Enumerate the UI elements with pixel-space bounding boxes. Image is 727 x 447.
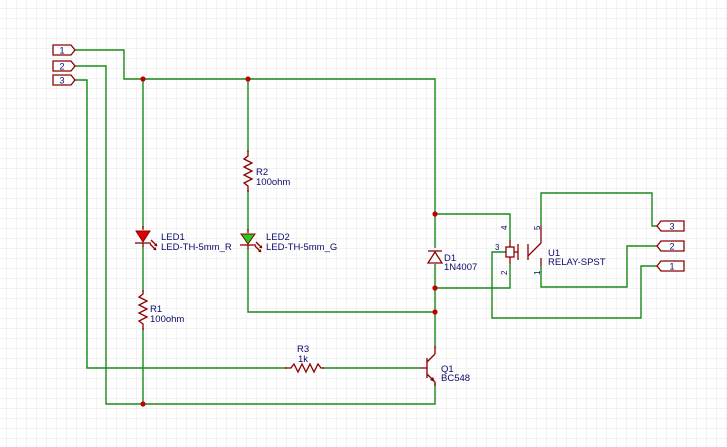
- junction-dot: [432, 211, 438, 217]
- junction-dot: [140, 76, 146, 82]
- schematic-canvas: 1 2 3 3 2 1 LED1 LED-TH-5mm_R LED2 LED-T…: [0, 0, 727, 447]
- r1-value: 100ohm: [150, 314, 184, 325]
- port-label: 1: [669, 262, 674, 272]
- q1-value: BC548: [441, 373, 470, 384]
- relay-pin-label: 2: [500, 270, 509, 275]
- led1-value: LED-TH-5mm_R: [161, 242, 232, 253]
- led2-value: LED-TH-5mm_G: [266, 242, 337, 253]
- d1-value: 1N4007: [444, 262, 477, 273]
- grid-background: [0, 0, 727, 447]
- left-port-1[interactable]: 1: [52, 44, 76, 56]
- relay-pin-label: 5: [533, 225, 542, 230]
- port-label: 2: [59, 62, 64, 72]
- left-port-2[interactable]: 2: [52, 60, 76, 72]
- relay-pin-label: 1: [533, 270, 542, 275]
- right-port-2[interactable]: 2: [656, 240, 685, 252]
- r3-value: 1k: [298, 354, 308, 365]
- port-label: 3: [669, 222, 674, 232]
- port-label: 2: [669, 242, 674, 252]
- r2-value: 100ohm: [256, 177, 290, 188]
- port-label: 3: [59, 76, 64, 86]
- relay-pin-label: 4: [500, 225, 509, 230]
- junction-dot: [432, 285, 438, 291]
- relay-pin-label: 3: [495, 243, 500, 252]
- right-port-1[interactable]: 1: [656, 260, 685, 272]
- junction-dot: [245, 76, 251, 82]
- left-port-3[interactable]: 3: [52, 74, 76, 86]
- junction-dot: [140, 401, 146, 407]
- junction-dot: [432, 309, 438, 315]
- u1-value: RELAY-SPST: [548, 257, 606, 268]
- relay-coil: [505, 246, 515, 258]
- right-port-3[interactable]: 3: [656, 220, 685, 232]
- port-label: 1: [59, 46, 64, 56]
